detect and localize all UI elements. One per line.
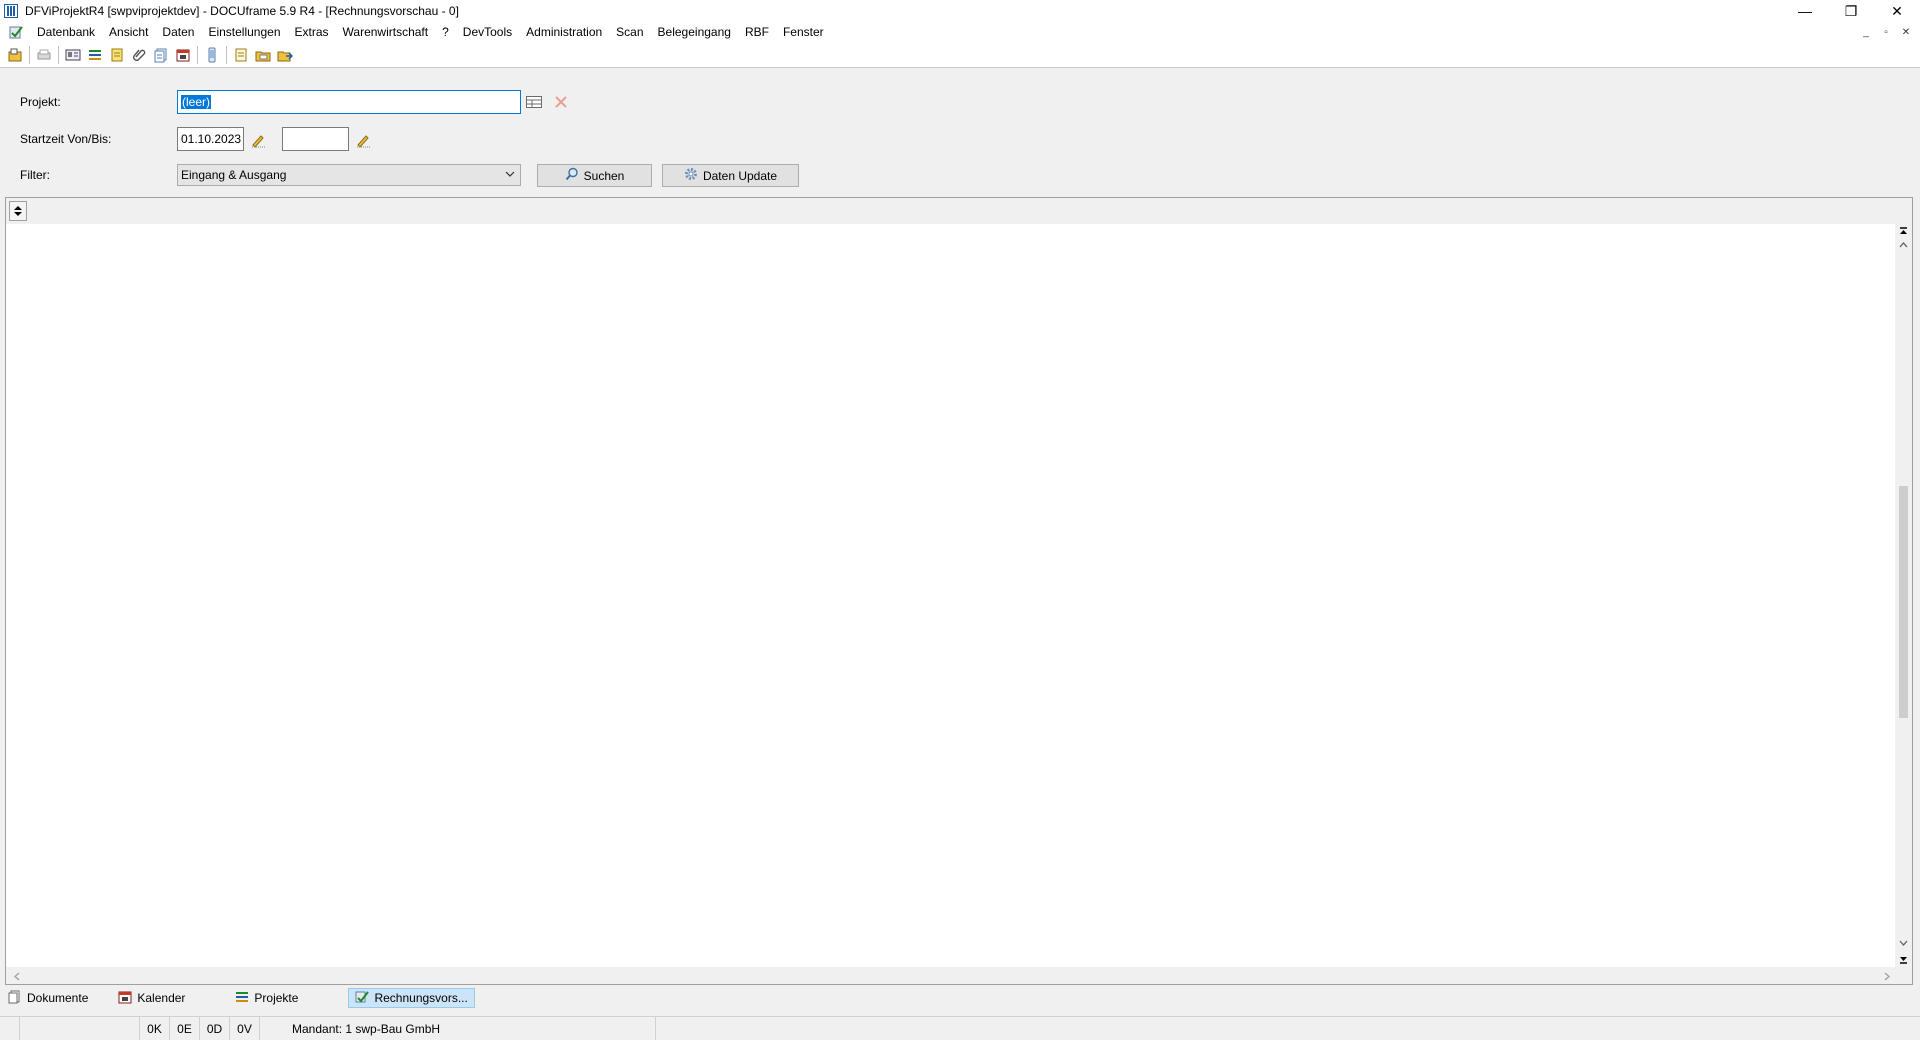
list-lines-icon[interactable] [84,44,106,66]
tab-rechnungsvorschau[interactable]: Rechnungsvors... [348,988,475,1008]
toolbar-separator [29,45,30,64]
document-check-icon [355,990,370,1007]
attachment-icon[interactable] [128,44,150,66]
folder-mail-icon[interactable] [252,44,274,66]
toolbar-separator [58,45,59,64]
status-count-e: 0E [170,1017,200,1040]
vertical-scroll-thumb[interactable] [1899,486,1908,718]
status-cell [0,1017,20,1040]
scroll-bottom-icon[interactable] [1895,952,1912,966]
scroll-right-icon[interactable] [1878,969,1895,983]
data-update-button[interactable]: Daten Update [662,164,799,187]
notes-icon[interactable] [106,44,128,66]
menu-fenster[interactable]: Fenster [776,22,831,42]
calendar-icon [118,990,132,1007]
menu-einstellungen[interactable]: Einstellungen [201,22,287,42]
projekt-label: Projekt: [20,95,61,109]
menu-bar: Datenbank Ansicht Daten Einstellungen Ex… [0,22,1920,42]
start-to-input[interactable] [282,127,349,151]
window-title: DFViProjektR4 [swpviprojektdev] - DOCUfr… [25,4,459,18]
vertical-scrollbar[interactable] [1895,224,1912,968]
document-check-icon[interactable] [8,24,24,40]
filter-select[interactable]: Eingang & Ausgang [177,164,521,186]
startzeit-label: Startzeit Von/Bis: [20,132,112,146]
documents-icon [8,990,22,1007]
close-button[interactable]: ✕ [1874,0,1920,22]
menu-ansicht[interactable]: Ansicht [102,22,155,42]
search-icon [565,167,579,184]
menu-extras[interactable]: Extras [288,22,336,42]
status-cell [20,1017,140,1040]
app-icon [3,3,19,19]
toolbar [0,42,1920,68]
menu-belegeingang[interactable]: Belegeingang [651,22,738,42]
filter-select-value: Eingang & Ausgang [181,168,287,182]
horizontal-scrollbar[interactable] [6,967,1912,984]
filter-form: Projekt: (leer) Startzeit Von/Bis: 01.10… [0,69,1920,197]
tab-dokumente[interactable]: Dokumente [2,988,94,1008]
menu-daten[interactable]: Daten [155,22,201,42]
filter-label: Filter: [20,168,50,182]
tab-kalender[interactable]: Kalender [112,988,191,1008]
tab-label: Rechnungsvors... [374,991,468,1005]
menu-datenbank[interactable]: Datenbank [30,22,102,42]
minimize-button[interactable]: — [1782,0,1828,22]
menu-rbf[interactable]: RBF [738,22,776,42]
restore-button[interactable]: ❐ [1828,0,1874,22]
status-bar: 0K 0E 0D 0V Mandant: 1 swp-Bau GmbH [0,1016,1920,1040]
title-bar: DFViProjektR4 [swpviprojektdev] - DOCUfr… [0,0,1920,22]
menu-administration[interactable]: Administration [519,22,609,42]
print-icon[interactable] [33,44,55,66]
open-database-icon[interactable] [4,44,26,66]
scroll-top-icon[interactable] [1895,224,1912,238]
clear-x-icon[interactable] [551,92,571,112]
projekt-input[interactable]: (leer) [177,90,521,114]
tab-projekte[interactable]: Projekte [229,988,304,1008]
calendar-icon[interactable] [172,44,194,66]
status-count-v: 0V [230,1017,260,1040]
panel-header [6,198,1912,224]
mdi-close-button[interactable]: ✕ [1898,24,1914,40]
list-lines-icon [235,990,249,1007]
tab-label: Projekte [254,991,299,1005]
start-from-value: 01.10.2023 [181,132,242,146]
menu-devtools[interactable]: DevTools [456,22,519,42]
toolbar-separator [197,45,198,64]
menu-help[interactable]: ? [435,22,456,42]
projekt-input-value: (leer) [181,95,212,109]
expand-collapse-icon[interactable] [9,201,27,221]
edit-pencil-icon[interactable] [248,130,268,150]
contact-card-icon[interactable] [62,44,84,66]
tab-label: Dokumente [27,991,89,1005]
window-tabs: Dokumente Kalender Projekte Rechnungsvor… [0,988,1920,1008]
edit-pencil-icon[interactable] [353,130,373,150]
data-update-label: Daten Update [702,168,778,183]
menu-scan[interactable]: Scan [609,22,650,42]
mdi-minimize-button[interactable]: _ [1858,24,1874,40]
folder-export-icon[interactable] [274,44,296,66]
gear-icon [684,167,698,184]
documents-icon[interactable] [150,44,172,66]
status-count-d: 0D [200,1017,230,1040]
mdi-restore-button[interactable]: ▫ [1878,24,1894,40]
mobile-device-icon[interactable] [201,44,223,66]
status-count-k: 0K [140,1017,170,1040]
status-mandant: Mandant: 1 swp-Bau GmbH [288,1017,656,1040]
preview-panel [5,197,1913,985]
scroll-down-icon[interactable] [1895,936,1912,950]
new-document-icon[interactable] [230,44,252,66]
tab-label: Kalender [137,991,186,1005]
search-button[interactable]: Suchen [537,164,652,187]
start-from-input[interactable]: 01.10.2023 [177,127,244,151]
chevron-down-icon [504,168,516,180]
table-picker-icon[interactable] [524,92,544,112]
search-button-label: Suchen [583,168,625,183]
menu-warenwirtschaft[interactable]: Warenwirtschaft [336,22,436,42]
scroll-up-icon[interactable] [1895,238,1912,252]
scroll-left-icon[interactable] [8,969,25,983]
toolbar-separator [226,45,227,64]
